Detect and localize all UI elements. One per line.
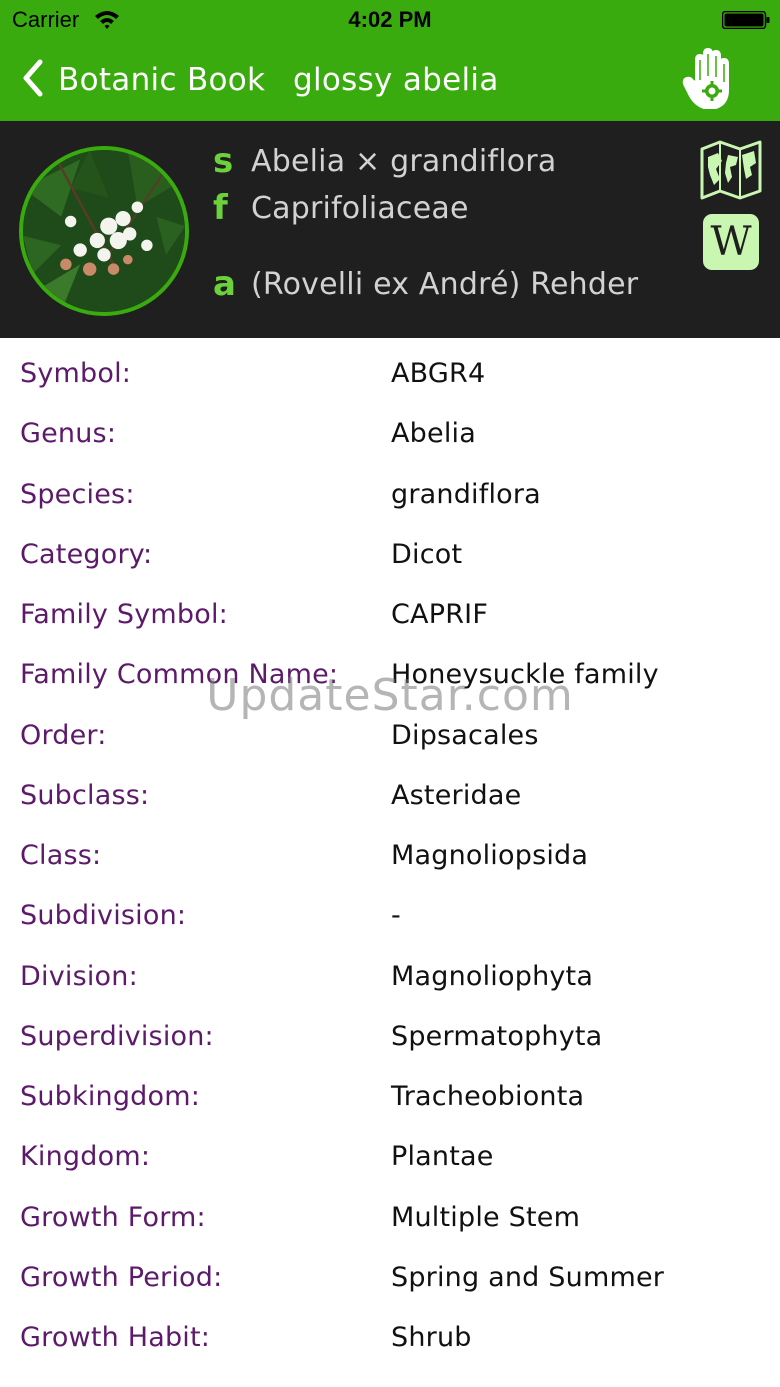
detail-label: Symbol:: [20, 358, 132, 389]
detail-label: Growth Habit:: [20, 1322, 211, 1353]
navigation-bar: Botanic Book glossy abelia: [0, 40, 780, 121]
scientific-name-row: s Abelia × grandiflora: [213, 141, 556, 181]
detail-label: Order:: [20, 719, 107, 751]
detail-row: Order: Dipsacales: [0, 710, 780, 770]
detail-value: Dicot: [391, 538, 463, 570]
detail-label: Class:: [20, 840, 102, 871]
detail-label: Category:: [20, 538, 153, 570]
detail-row: Family Common Name: Honeysuckle family: [0, 649, 780, 709]
detail-value: Dipsacales: [391, 719, 539, 751]
detail-value: grandiflora: [391, 478, 541, 510]
detail-value: Asteridae: [391, 779, 522, 811]
detail-label: Growth Form:: [20, 1201, 206, 1233]
scientific-name: Abelia × grandiflora: [251, 143, 557, 179]
detail-label: Subkingdom:: [20, 1081, 201, 1112]
world-map-icon[interactable]: [700, 139, 762, 201]
detail-label: Subclass:: [20, 779, 150, 811]
plant-header: s Abelia × grandiflora f Caprifoliaceae …: [0, 121, 780, 338]
detail-value: Magnoliopsida: [391, 840, 589, 871]
detail-label: Division:: [20, 960, 138, 992]
detail-label: Genus:: [20, 418, 117, 450]
detail-label: Family Common Name:: [20, 659, 339, 691]
detail-label: Family Symbol:: [20, 599, 228, 630]
detail-label: Species:: [20, 478, 135, 510]
detail-label: Subdivision:: [20, 900, 187, 932]
author-letter: a: [213, 264, 236, 304]
detail-value: CAPRIF: [391, 599, 489, 630]
back-button-label: Botanic Book: [58, 62, 266, 98]
status-time: 4:02 PM: [348, 7, 432, 32]
species-letter: s: [213, 141, 234, 181]
detail-row: Growth Form: Multiple Stem: [0, 1192, 780, 1252]
detail-row: Family Symbol: CAPRIF: [0, 589, 780, 649]
battery-icon: [721, 10, 770, 30]
author-name: (Rovelli ex André) Rehder: [251, 266, 639, 302]
detail-row: Category: Dicot: [0, 529, 780, 589]
hand-icon[interactable]: [680, 46, 738, 112]
detail-row: Superdivision: Spermatophyta: [0, 1011, 780, 1071]
detail-row: Growth Habit: Shrub: [0, 1312, 780, 1372]
family-row: f Caprifoliaceae: [213, 188, 469, 228]
detail-row: Division: Magnoliophyta: [0, 951, 780, 1011]
detail-value: -: [391, 900, 401, 932]
plant-details-list: Symbol: ABGR4 Genus: Abelia Species: grandifl…: [0, 348, 780, 1372]
detail-value: Plantae: [391, 1141, 494, 1173]
wikipedia-icon[interactable]: W: [703, 214, 759, 270]
detail-value: Multiple Stem: [391, 1201, 581, 1233]
wikipedia-label: W: [710, 219, 752, 265]
detail-row: Genus: Abelia: [0, 408, 780, 468]
detail-row: Subclass: Asteridae: [0, 770, 780, 830]
detail-label: Kingdom:: [20, 1141, 151, 1173]
detail-row: Subdivision: -: [0, 890, 780, 950]
detail-value: Spermatophyta: [391, 1020, 603, 1052]
detail-value: Abelia: [391, 418, 476, 450]
chevron-left-icon: [18, 58, 46, 102]
detail-row: Subkingdom: Tracheobionta: [0, 1071, 780, 1131]
status-bar: Carrier 4:02 PM: [0, 0, 780, 40]
detail-row: Class: Magnoliopsida: [0, 830, 780, 890]
back-button[interactable]: Botanic Book: [18, 56, 265, 104]
author-row: a (Rovelli ex André) Rehder: [213, 264, 638, 304]
detail-row: Kingdom: Plantae: [0, 1131, 780, 1191]
detail-row: Species: grandiflora: [0, 469, 780, 529]
detail-value: Tracheobionta: [391, 1081, 585, 1112]
detail-value: Magnoliophyta: [391, 960, 594, 992]
family-name: Caprifoliaceae: [251, 190, 469, 226]
family-letter: f: [213, 188, 228, 228]
detail-label: Growth Period:: [20, 1261, 223, 1293]
plant-photo: [19, 146, 189, 316]
detail-value: ABGR4: [391, 358, 486, 389]
detail-value: Shrub: [391, 1322, 472, 1353]
page-title: glossy abelia: [293, 62, 499, 98]
detail-value: Honeysuckle family: [391, 659, 659, 691]
detail-row: Growth Period: Spring and Summer: [0, 1252, 780, 1312]
detail-row: Symbol: ABGR4: [0, 348, 780, 408]
detail-value: Spring and Summer: [391, 1261, 665, 1293]
detail-label: Superdivision:: [20, 1020, 214, 1052]
